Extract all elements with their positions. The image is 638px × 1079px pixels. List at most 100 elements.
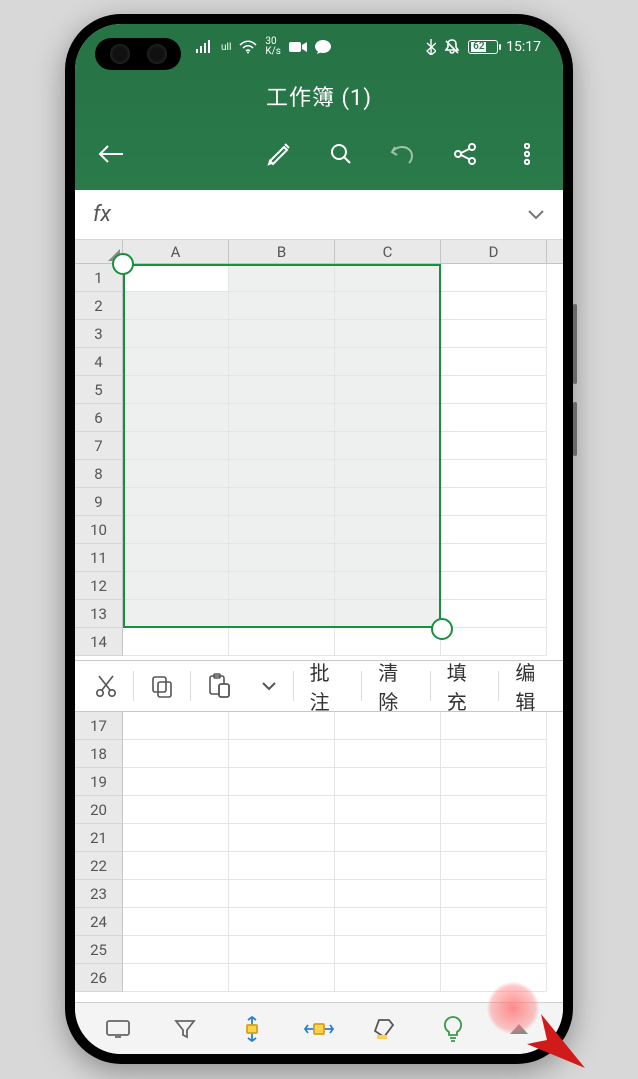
cell[interactable] [441,880,547,908]
paste-options-button[interactable] [247,661,291,711]
cell[interactable] [229,572,335,600]
grid-rows-upper[interactable]: 1234567891011121314 [75,264,563,656]
cell[interactable] [229,712,335,740]
view-button[interactable] [99,1010,137,1048]
cell[interactable] [123,908,229,936]
cell[interactable] [123,292,229,320]
cell[interactable] [441,572,547,600]
resize-horizontal-button[interactable] [300,1010,338,1048]
table-row[interactable]: 5 [75,376,563,404]
table-row[interactable]: 25 [75,936,563,964]
row-header-24[interactable]: 24 [75,908,123,936]
cell[interactable] [123,712,229,740]
cell[interactable] [123,740,229,768]
cell[interactable] [229,376,335,404]
row-header-22[interactable]: 22 [75,852,123,880]
chevron-down-icon[interactable] [527,202,545,227]
cell[interactable] [229,964,335,992]
cell[interactable] [123,460,229,488]
cell[interactable] [441,488,547,516]
cell[interactable] [229,936,335,964]
resize-vertical-button[interactable] [233,1010,271,1048]
row-header-8[interactable]: 8 [75,460,123,488]
cell[interactable] [335,880,441,908]
formula-bar[interactable]: fx [75,190,563,240]
col-header-B[interactable]: B [229,240,335,263]
table-row[interactable]: 20 [75,796,563,824]
cell[interactable] [229,628,335,656]
cell[interactable] [441,852,547,880]
col-header-D[interactable]: D [441,240,547,263]
spreadsheet-lower[interactable]: 17181920212223242526 [75,712,563,1002]
cell[interactable] [335,432,441,460]
highlight-button[interactable] [367,1010,405,1048]
cell[interactable] [229,544,335,572]
row-header-13[interactable]: 13 [75,600,123,628]
cell[interactable] [123,320,229,348]
cell[interactable] [441,600,547,628]
cell[interactable] [335,628,441,656]
row-header-14[interactable]: 14 [75,628,123,656]
row-header-21[interactable]: 21 [75,824,123,852]
fill-button[interactable]: 填充 [433,661,497,711]
row-header-18[interactable]: 18 [75,740,123,768]
table-row[interactable]: 3 [75,320,563,348]
cell[interactable] [335,768,441,796]
cell[interactable] [335,376,441,404]
cell[interactable] [229,292,335,320]
cell[interactable] [229,824,335,852]
cell[interactable] [441,516,547,544]
table-row[interactable]: 26 [75,964,563,992]
cell[interactable] [335,348,441,376]
cell[interactable] [229,600,335,628]
cell[interactable] [123,432,229,460]
table-row[interactable]: 4 [75,348,563,376]
cell[interactable] [229,768,335,796]
cell[interactable] [123,572,229,600]
cell[interactable] [229,404,335,432]
cell[interactable] [441,796,547,824]
annotate-button[interactable]: 批注 [296,661,360,711]
row-header-20[interactable]: 20 [75,796,123,824]
cell[interactable] [123,796,229,824]
cell[interactable] [123,488,229,516]
cell[interactable] [441,292,547,320]
cell[interactable] [335,572,441,600]
cell[interactable] [335,544,441,572]
table-row[interactable]: 21 [75,824,563,852]
cell[interactable] [335,740,441,768]
column-headers[interactable]: ABCD [75,240,563,264]
col-header-C[interactable]: C [335,240,441,263]
row-header-4[interactable]: 4 [75,348,123,376]
cell[interactable] [441,936,547,964]
cell[interactable] [335,320,441,348]
cell[interactable] [123,404,229,432]
cell[interactable] [335,292,441,320]
cell[interactable] [441,348,547,376]
cell[interactable] [123,824,229,852]
row-header-6[interactable]: 6 [75,404,123,432]
cell[interactable] [441,544,547,572]
cell[interactable] [441,404,547,432]
cell[interactable] [441,740,547,768]
table-row[interactable]: 13 [75,600,563,628]
cell[interactable] [229,320,335,348]
clear-button[interactable]: 清除 [364,661,428,711]
cell[interactable] [123,600,229,628]
cell[interactable] [123,768,229,796]
table-row[interactable]: 8 [75,460,563,488]
table-row[interactable]: 12 [75,572,563,600]
filter-button[interactable] [166,1010,204,1048]
table-row[interactable]: 7 [75,432,563,460]
cell[interactable] [335,712,441,740]
cell[interactable] [123,880,229,908]
cell[interactable] [335,264,441,292]
row-header-17[interactable]: 17 [75,712,123,740]
table-row[interactable]: 2 [75,292,563,320]
table-row[interactable]: 18 [75,740,563,768]
cell[interactable] [441,712,547,740]
cell[interactable] [229,796,335,824]
cell[interactable] [123,348,229,376]
cell[interactable] [335,488,441,516]
cell[interactable] [335,908,441,936]
